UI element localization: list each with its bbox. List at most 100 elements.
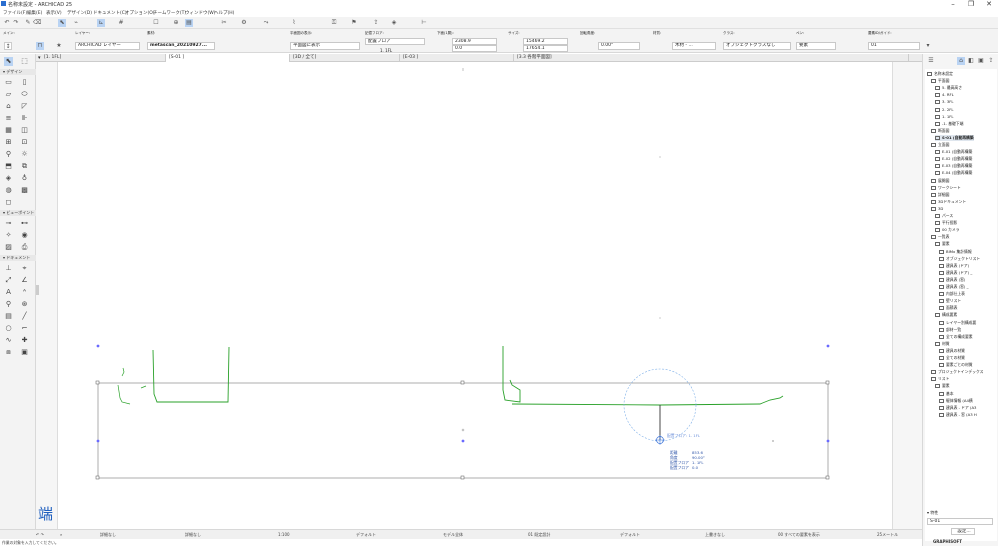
- tree-item[interactable]: 一覧表: [931, 234, 949, 240]
- tree-item[interactable]: 立面図: [931, 142, 949, 148]
- tree-item[interactable]: 要素: [935, 241, 950, 247]
- tree-item[interactable]: リスト: [931, 376, 949, 382]
- tree-item[interactable]: 平行投影: [935, 220, 957, 226]
- scale-select[interactable]: 1:100: [278, 532, 290, 537]
- tree-item[interactable]: 建具表 (窓): [939, 277, 965, 283]
- tree-item-icon: [939, 348, 944, 353]
- tree-item[interactable]: -1. 基礎下端: [935, 121, 963, 127]
- tree-item[interactable]: 断面図: [931, 128, 949, 134]
- tree-item-icon: [927, 72, 932, 76]
- tree-item-icon: [939, 405, 944, 410]
- tree-item-label: 4. RFL: [942, 92, 954, 98]
- tree-item[interactable]: 建具表 - ドア (A3: [939, 405, 976, 411]
- tree-item-label: プロジェクトインデックス: [938, 369, 984, 375]
- tree-item[interactable]: レイヤー別構成要: [939, 320, 976, 326]
- zoom-icon[interactable]: ⌕: [60, 532, 62, 537]
- graphisoft-brand: GRAPHISOFT: [933, 539, 962, 544]
- tree-item[interactable]: 2. 2FL: [935, 107, 954, 112]
- properties-id-field[interactable]: S-01: [927, 518, 993, 525]
- tree-item[interactable]: 3. 3FL: [935, 99, 954, 105]
- layout-book-icon[interactable]: ▣: [977, 57, 985, 65]
- tree-item[interactable]: 3Dドキュメント: [931, 199, 966, 205]
- settings-button[interactable]: 設定...: [951, 528, 975, 535]
- tree-item[interactable]: 部材一覧: [939, 327, 961, 333]
- tree-item[interactable]: 4. RFL: [935, 92, 954, 98]
- tree-item-icon: [939, 391, 944, 396]
- tree-item-label: 展開図: [938, 177, 950, 183]
- tree-item-label: 建具表 - ドア (A3: [946, 404, 977, 410]
- tree-item[interactable]: 要素ごとの材質: [939, 362, 973, 368]
- tree-item-label: 駆体情報 (A4横: [946, 397, 973, 403]
- tree-item-label: 全ての構成要素: [946, 333, 973, 339]
- tree-item[interactable]: 名称未設定: [927, 71, 953, 77]
- tree-item[interactable]: 建具の材質: [939, 348, 965, 354]
- tree-item-label: 詳細図: [938, 191, 950, 197]
- project-map-icon[interactable]: ⌂: [957, 57, 965, 65]
- tree-item-icon: [931, 143, 936, 147]
- tree-item-icon: [935, 86, 940, 91]
- tree-item[interactable]: 建具表 (窓) _: [939, 284, 968, 290]
- tree-item[interactable]: パース: [935, 213, 953, 219]
- override-select[interactable]: 上書きなし: [705, 532, 725, 538]
- tree-item-icon: [935, 242, 940, 247]
- tree-item[interactable]: 3D: [931, 206, 943, 211]
- tree-item[interactable]: 5. 最高高さ: [935, 85, 962, 91]
- tree-item-label: 建具表 (窓) _: [946, 284, 969, 289]
- dimension-select[interactable]: 25メートル: [877, 532, 898, 538]
- tree-item[interactable]: 全ての構成要素: [939, 334, 973, 340]
- readout-key: 配置フロア: [670, 465, 689, 470]
- tree-item[interactable]: 平面図: [931, 78, 949, 84]
- tree-item[interactable]: E-04 (自動再構築: [935, 170, 972, 176]
- tree-item-icon: [931, 377, 936, 382]
- view-map-icon[interactable]: ◧: [967, 57, 975, 65]
- filter-select[interactable]: 00 すべての要素を表示: [778, 532, 820, 538]
- tree-item-label: 材質: [942, 340, 950, 346]
- selection-handle: [460, 380, 465, 385]
- tree-item-label: 基本: [946, 390, 954, 396]
- tree-item-icon: [931, 206, 936, 211]
- tree-item[interactable]: E-02 (自動再構築: [935, 156, 972, 162]
- tree-item-icon: [939, 363, 944, 368]
- tree-item[interactable]: 展開図: [931, 178, 949, 184]
- tree-item[interactable]: オブジェクトリスト: [939, 256, 980, 262]
- pen-set-select[interactable]: デフォルト: [356, 532, 376, 538]
- tree-item[interactable]: 構成要素: [935, 312, 957, 318]
- tree-item[interactable]: 建具表 (ドア): [939, 263, 969, 269]
- tree-item[interactable]: BIMx 集計情報: [939, 249, 972, 255]
- tree-item[interactable]: 面積表: [939, 305, 957, 311]
- tree-item[interactable]: 要素: [935, 383, 950, 389]
- tree-item[interactable]: プロジェクトインデックス: [931, 369, 983, 375]
- navigator-menu-icon[interactable]: ☰: [927, 57, 935, 65]
- tree-item[interactable]: 内部仕上表: [939, 291, 965, 297]
- tree-item[interactable]: E-03 (自動再構築: [935, 163, 972, 169]
- structure-select[interactable]: デフォルト: [620, 532, 640, 538]
- undo-button[interactable]: ↶ ↷: [36, 532, 44, 537]
- tree-item[interactable]: S-01 (自動再構築: [935, 134, 974, 141]
- tree-item-label: パース: [942, 213, 954, 218]
- model-view-select[interactable]: モデル全体: [443, 532, 463, 538]
- tree-item-icon: [935, 214, 940, 218]
- tree-item[interactable]: 材質: [935, 341, 950, 347]
- tree-item-icon: [939, 356, 944, 360]
- tree-item-icon: [939, 270, 944, 275]
- nav-detail-2[interactable]: 詳細なし: [185, 532, 201, 538]
- nav-detail-1[interactable]: 詳細なし: [100, 532, 116, 538]
- tree-item[interactable]: 詳細図: [931, 192, 949, 198]
- tree-item[interactable]: ワークシート: [931, 185, 961, 191]
- scan-line-fragment: [140, 385, 147, 389]
- tree-item-label: 壁リスト: [946, 298, 962, 304]
- tree-item[interactable]: 駆体情報 (A4横: [939, 398, 973, 404]
- tree-item[interactable]: E-01 (自動再構築: [935, 149, 972, 155]
- tree-item-icon: [935, 157, 940, 162]
- tree-item-icon: [939, 320, 944, 325]
- tree-item[interactable]: 壁リスト: [939, 298, 961, 304]
- tree-item[interactable]: 全ての材質: [939, 355, 965, 361]
- tree-item[interactable]: 1. 1FL: [935, 114, 954, 119]
- tree-item[interactable]: 建具表 (ドア) _: [939, 270, 972, 276]
- tree-item[interactable]: 基本: [939, 391, 954, 397]
- tree-item[interactable]: 00 カメラ: [935, 227, 959, 233]
- publisher-icon[interactable]: ⇪: [987, 57, 995, 65]
- tree-item[interactable]: 建具表 - 窓 (A3 H: [939, 412, 977, 418]
- renovation-select[interactable]: 01 既定設計: [528, 532, 550, 538]
- tree-item-icon: [935, 114, 940, 119]
